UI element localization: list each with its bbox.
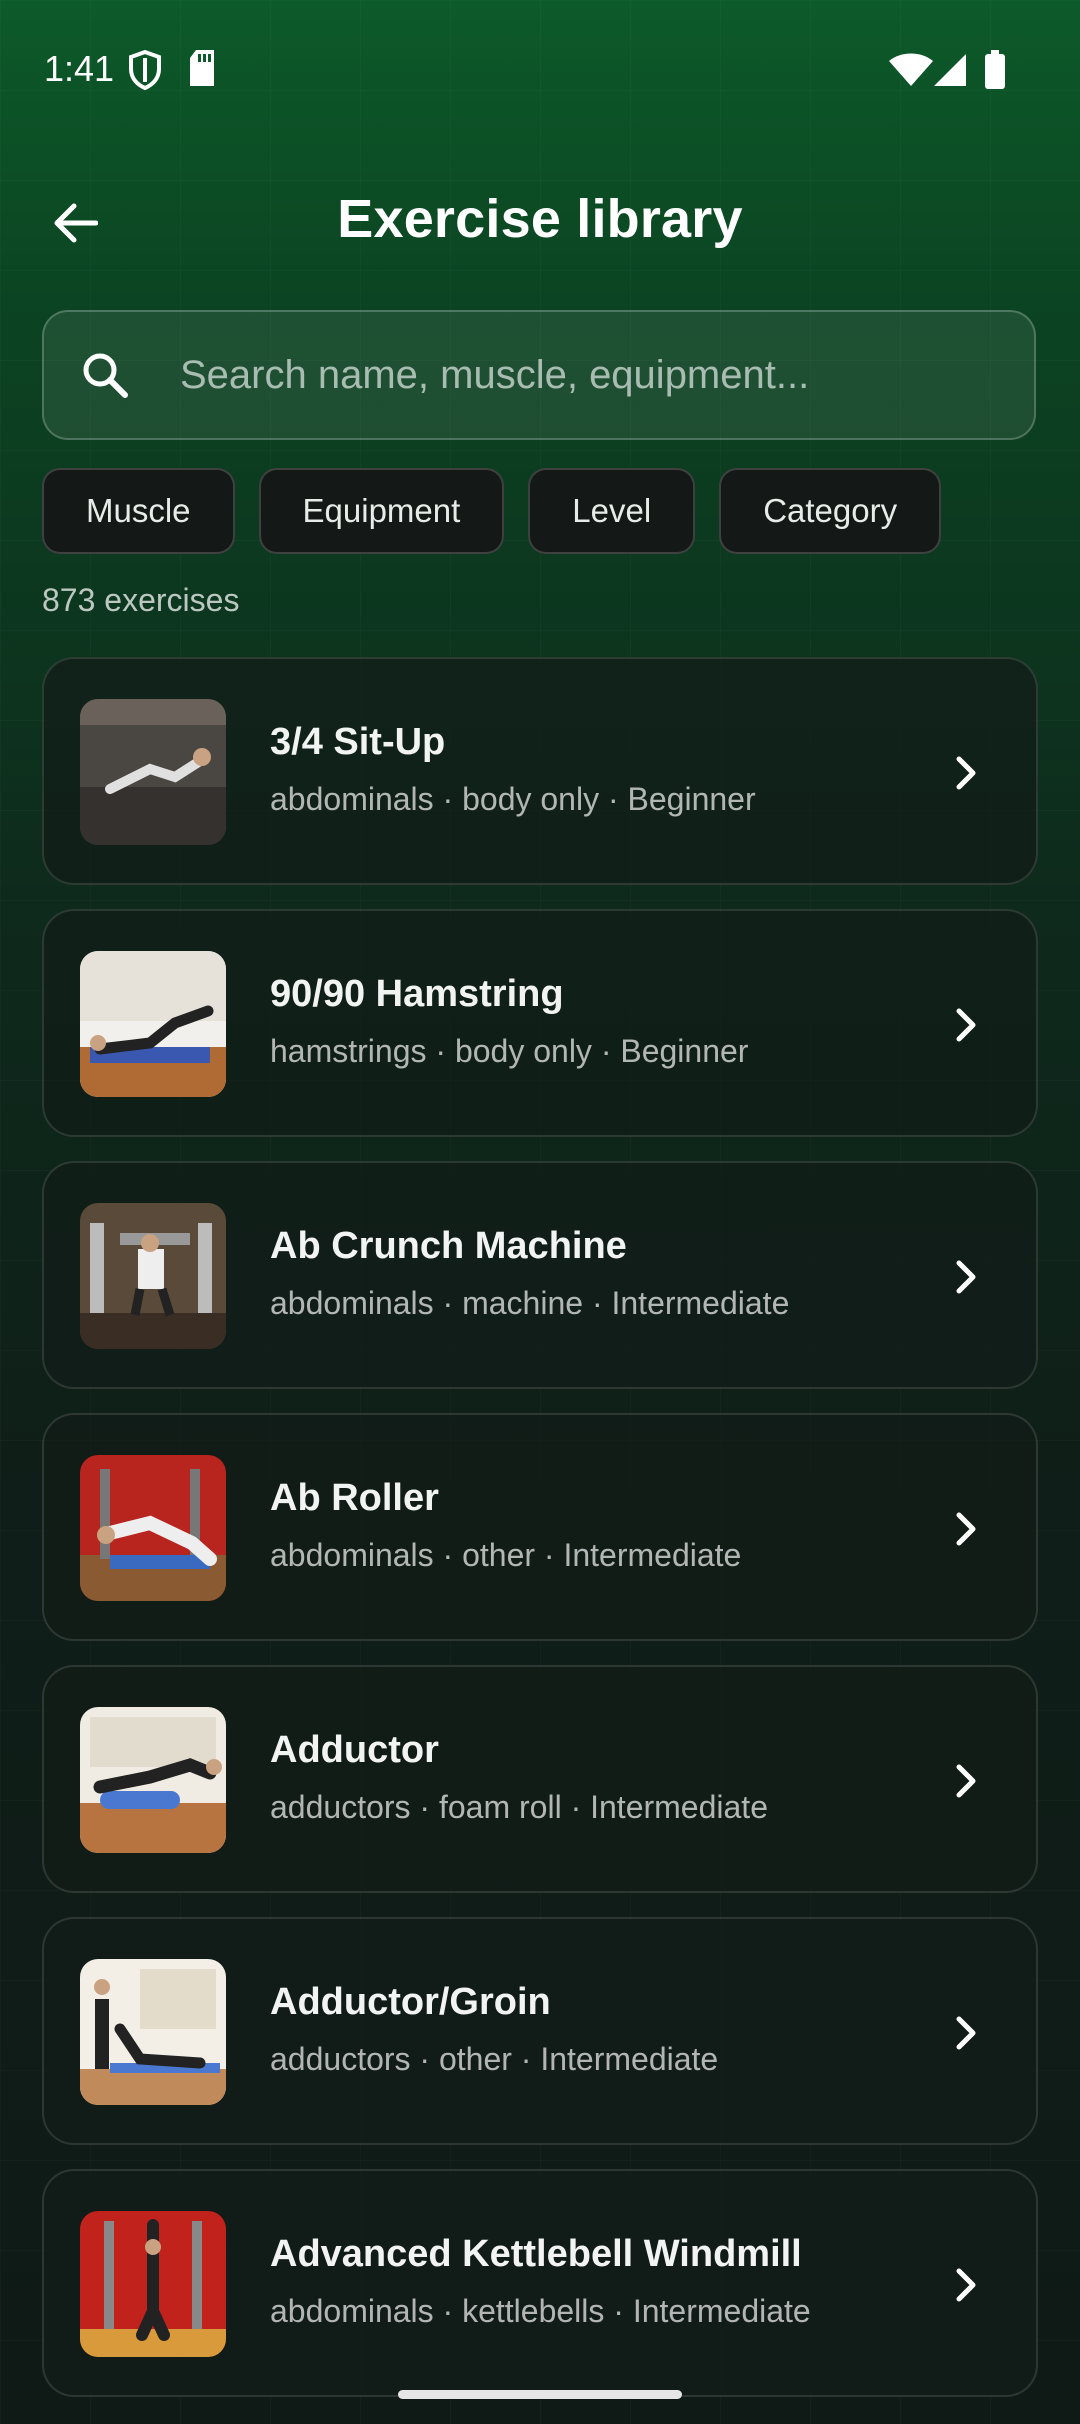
cellular-signal-icon <box>932 52 968 93</box>
exercise-list: 3/4 Sit-Up abdominals · body only · Begi… <box>42 657 1038 2421</box>
filter-chip-level[interactable]: Level <box>528 468 696 554</box>
status-time: 1:41 <box>44 48 115 89</box>
exercise-thumbnail <box>80 2211 226 2357</box>
results-count: 873 exercises <box>42 582 240 618</box>
exercise-thumbnail <box>80 951 226 1097</box>
exercise-meta: abdominals · machine · Intermediate <box>270 1285 790 1321</box>
exercise-card[interactable]: Adductor/Groin adductors · other · Inter… <box>42 1917 1038 2145</box>
home-indicator[interactable] <box>398 2390 682 2399</box>
exercise-meta: hamstrings · body only · Beginner <box>270 1033 749 1069</box>
exercise-meta: abdominals · body only · Beginner <box>270 781 756 817</box>
exercise-thumbnail <box>80 1959 226 2105</box>
search-input[interactable] <box>178 351 1034 399</box>
filter-chip-category[interactable]: Category <box>719 468 942 554</box>
filter-chip-muscle[interactable]: Muscle <box>42 468 235 554</box>
exercise-card[interactable]: Ab Roller abdominals · other · Intermedi… <box>42 1413 1038 1641</box>
exercise-thumbnail <box>80 1203 226 1349</box>
exercise-name: Adductor <box>270 1729 439 1771</box>
chevron-right-icon <box>946 2013 986 2053</box>
exercise-thumbnail <box>80 1455 226 1601</box>
exercise-meta: abdominals · other · Intermediate <box>270 1537 742 1573</box>
vpn-shield-icon <box>128 49 162 95</box>
chevron-right-icon <box>946 753 986 793</box>
exercise-name: Ab Crunch Machine <box>270 1225 627 1267</box>
exercise-card[interactable]: Advanced Kettlebell Windmill abdominals … <box>42 2169 1038 2397</box>
chevron-right-icon <box>946 1005 986 1045</box>
filter-chip-equipment[interactable]: Equipment <box>258 468 505 554</box>
app-bar: Exercise library <box>0 170 1080 270</box>
exercise-name: Ab Roller <box>270 1477 439 1519</box>
exercise-card[interactable]: Adductor adductors · foam roll · Interme… <box>42 1665 1038 1893</box>
battery-icon <box>984 50 1006 95</box>
chevron-right-icon <box>946 1761 986 1801</box>
filter-chips: Muscle Equipment Level Category <box>42 468 942 554</box>
chevron-right-icon <box>946 1257 986 1297</box>
chevron-right-icon <box>946 2265 986 2305</box>
exercise-name: Adductor/Groin <box>270 1981 551 2023</box>
exercise-thumbnail <box>80 699 226 845</box>
exercise-card[interactable]: 3/4 Sit-Up abdominals · body only · Begi… <box>42 657 1038 885</box>
chevron-right-icon <box>946 1509 986 1549</box>
exercise-name: 90/90 Hamstring <box>270 973 564 1015</box>
exercise-name: 3/4 Sit-Up <box>270 721 446 763</box>
sd-card-icon <box>188 50 216 91</box>
exercise-name: Advanced Kettlebell Windmill <box>270 2233 802 2275</box>
page-title: Exercise library <box>337 189 743 249</box>
search-icon <box>80 350 160 400</box>
exercise-meta: adductors · foam roll · Intermediate <box>270 1789 768 1825</box>
exercise-card[interactable]: 90/90 Hamstring hamstrings · body only ·… <box>42 909 1038 1137</box>
exercise-meta: adductors · other · Intermediate <box>270 2041 719 2077</box>
exercise-card[interactable]: Ab Crunch Machine abdominals · machine ·… <box>42 1161 1038 1389</box>
exercise-meta: abdominals · kettlebells · Intermediate <box>270 2293 811 2329</box>
wifi-icon <box>888 52 934 93</box>
status-bar: 1:41 <box>0 0 1080 140</box>
exercise-thumbnail <box>80 1707 226 1853</box>
search-bar[interactable] <box>42 310 1036 440</box>
